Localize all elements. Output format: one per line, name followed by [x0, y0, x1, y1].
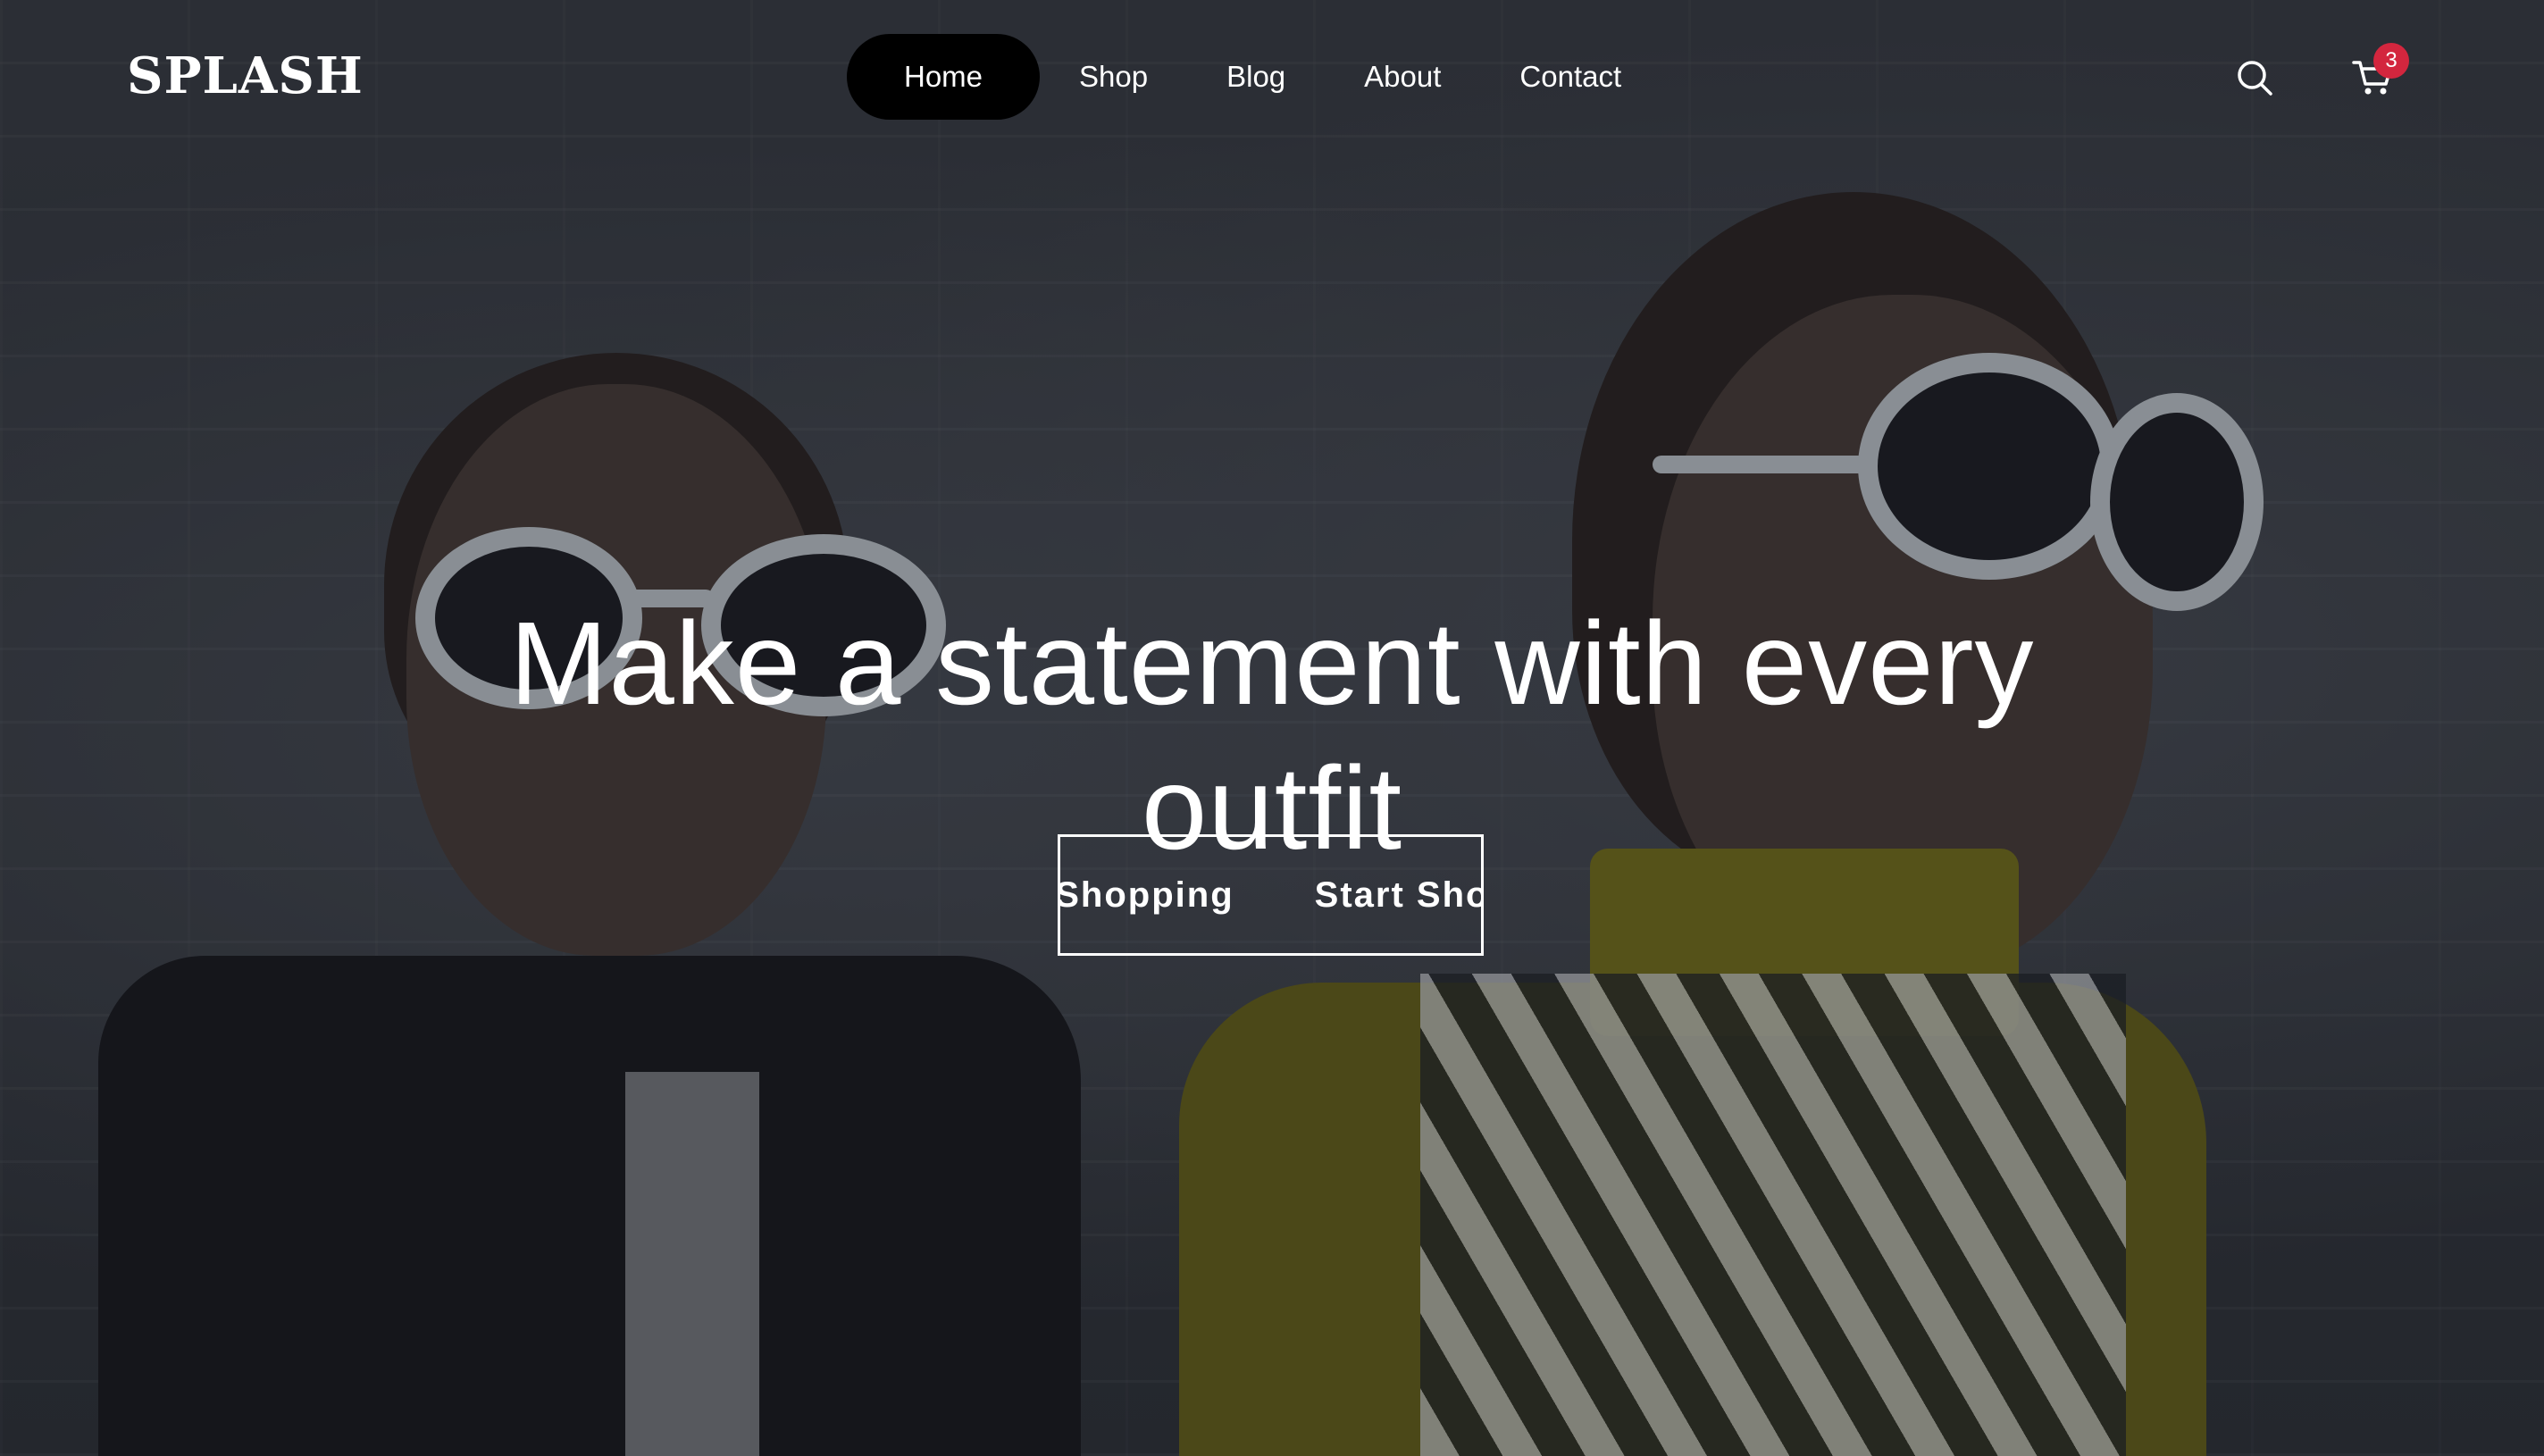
cart-count-badge: 3 — [2373, 43, 2409, 79]
nav-shop[interactable]: Shop — [1040, 34, 1187, 120]
start-shopping-button[interactable]: Start Shopping Start Shopping — [1058, 834, 1484, 956]
cta-marquee: Start Shopping Start Shopping — [1058, 837, 1481, 953]
search-icon[interactable] — [2236, 59, 2273, 96]
nav-home[interactable]: Home — [847, 34, 1041, 120]
hero-headline-line-1: Make a statement with every — [509, 598, 2035, 730]
cta-label: Start Shopping — [1058, 874, 1234, 915]
cta-label-repeat: Start Shopping — [1314, 874, 1481, 915]
page: SPLASH Home Shop Blog About Contact 3 Ma… — [0, 0, 2544, 1456]
nav-blog[interactable]: Blog — [1187, 34, 1325, 120]
brand-logo[interactable]: SPLASH — [127, 46, 364, 105]
main-nav: Home Shop Blog About Contact — [847, 34, 1661, 120]
nav-contact[interactable]: Contact — [1480, 34, 1661, 120]
nav-about[interactable]: About — [1325, 34, 1480, 120]
